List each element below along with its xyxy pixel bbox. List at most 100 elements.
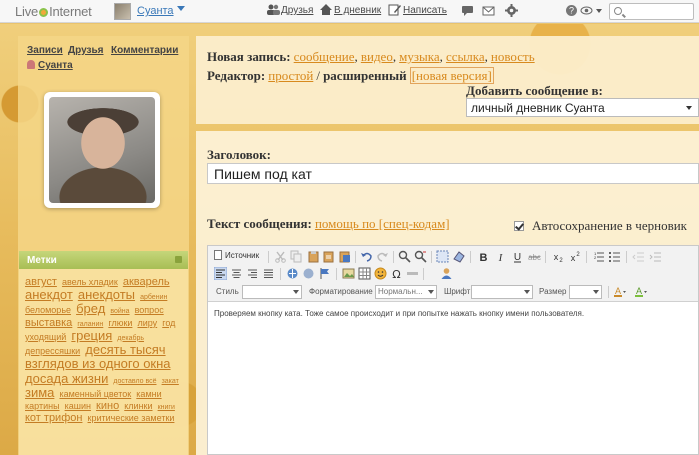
strikethrough-icon[interactable]: abc [528, 250, 541, 263]
underline-icon[interactable]: U [511, 250, 524, 263]
user-avatar[interactable] [114, 3, 131, 20]
title-input[interactable]: Пишем под кат [207, 163, 699, 184]
tag-link[interactable]: клинки [124, 401, 152, 411]
search-input[interactable] [609, 3, 694, 20]
entry-type-news[interactable]: новость [491, 49, 535, 64]
undo-icon[interactable] [360, 250, 373, 263]
indent-icon[interactable] [649, 250, 662, 263]
numbered-list-icon[interactable]: 12 [592, 250, 605, 263]
editor-text-area[interactable]: Проверяем кнопку ката. Тоже самое происх… [208, 301, 698, 454]
align-right-icon[interactable] [246, 267, 259, 280]
tag-link[interactable]: галанин [77, 321, 103, 328]
table-icon[interactable] [358, 267, 371, 280]
style-select[interactable] [242, 285, 302, 299]
chevron-down-icon[interactable] [177, 6, 185, 11]
format-select[interactable]: Нормальн... [375, 285, 437, 299]
anchor-icon[interactable] [318, 267, 331, 280]
tag-link[interactable]: досада жизни [25, 371, 108, 386]
copy-icon[interactable] [290, 250, 303, 263]
diary-select[interactable]: личный дневник Суанта [466, 98, 699, 117]
background-color-icon[interactable]: A [634, 285, 647, 298]
replace-icon[interactable] [414, 250, 427, 263]
tag-link[interactable]: критические заметки [88, 413, 175, 423]
remove-format-icon[interactable] [452, 250, 465, 263]
image-icon[interactable] [342, 267, 355, 280]
tag-link[interactable]: книги [158, 404, 175, 411]
tag-link[interactable]: каменный цветок [59, 389, 131, 399]
size-select[interactable] [569, 285, 602, 299]
font-select[interactable] [471, 285, 533, 299]
paste-icon[interactable] [307, 250, 320, 263]
tag-link[interactable]: анекдот [25, 287, 73, 302]
editor-new-version-link[interactable]: [новая версия] [409, 67, 494, 84]
chat-icon[interactable] [461, 4, 474, 17]
gear-icon[interactable] [505, 4, 518, 17]
eye-icon[interactable] [580, 4, 593, 17]
redo-icon[interactable] [376, 250, 389, 263]
subscript-icon[interactable]: x2 [551, 250, 564, 263]
autosave-checkbox[interactable]: Автосохранение в черновик [514, 218, 687, 234]
editor-simple-link[interactable]: простой [268, 68, 313, 83]
help-icon[interactable]: ? [565, 4, 578, 17]
tag-link[interactable]: кот трифон [25, 412, 82, 424]
sidebar-link-posts[interactable]: Записи [27, 45, 63, 56]
sidebar-owner-link[interactable]: Суанта [27, 60, 73, 71]
tag-link[interactable]: греция [71, 328, 112, 343]
tag-link[interactable]: бред [76, 301, 105, 316]
smiley-icon[interactable] [374, 267, 387, 280]
tag-link[interactable]: десять тысяч [85, 342, 165, 357]
nav-friends[interactable]: Друзья [281, 5, 313, 16]
tag-link[interactable]: доставло всё [113, 378, 156, 385]
mail-icon[interactable] [482, 4, 495, 17]
avatar[interactable] [44, 92, 160, 208]
tag-link[interactable]: лиру [137, 318, 157, 328]
italic-icon[interactable]: I [494, 250, 507, 263]
tag-link[interactable]: война [110, 308, 129, 315]
align-left-icon[interactable] [214, 267, 227, 280]
tag-link[interactable]: камни [136, 389, 161, 399]
tag-link[interactable]: уходящий [25, 332, 66, 342]
sidebar-link-comments[interactable]: Комментарии [111, 45, 178, 56]
nav-write[interactable]: Написать [403, 5, 447, 16]
paste-text-icon[interactable] [322, 250, 335, 263]
tag-link[interactable]: закат [162, 378, 179, 385]
user-menu-link[interactable]: Суанта [137, 5, 174, 17]
help-codes-link[interactable]: помощь по [спец-кодам] [315, 216, 450, 231]
source-button[interactable]: Источник [214, 250, 259, 260]
site-logo[interactable]: Live Internet [15, 4, 92, 19]
tag-link[interactable]: выставка [25, 317, 72, 329]
special-char-icon[interactable]: Ω [390, 267, 403, 280]
entry-type-message[interactable]: сообщение [294, 49, 355, 64]
entry-type-video[interactable]: видео [361, 49, 393, 64]
nav-diary[interactable]: В дневник [334, 5, 381, 16]
superscript-icon[interactable]: x2 [568, 250, 581, 263]
tag-link[interactable]: декабрь [117, 335, 144, 342]
outdent-icon[interactable] [632, 250, 645, 263]
tag-link[interactable]: вопрос [135, 305, 164, 315]
unlink-icon[interactable] [302, 267, 315, 280]
text-color-icon[interactable]: A [613, 285, 626, 298]
user-cut-icon[interactable] [440, 267, 453, 280]
bulleted-list-icon[interactable] [608, 250, 621, 263]
find-icon[interactable] [398, 250, 411, 263]
paste-word-icon[interactable] [338, 250, 351, 263]
select-all-icon[interactable] [436, 250, 449, 263]
chevron-down-icon[interactable] [596, 9, 602, 13]
align-justify-icon[interactable] [262, 267, 275, 280]
cut-icon[interactable] [274, 250, 287, 263]
tag-link[interactable]: депрессяшки [25, 346, 80, 356]
tag-link[interactable]: зима [25, 385, 54, 400]
tag-link[interactable]: кино [96, 400, 119, 412]
entry-type-link[interactable]: ссылка [446, 49, 485, 64]
collapse-icon[interactable] [175, 256, 182, 263]
tag-link[interactable]: беломорье [25, 305, 71, 315]
sidebar-link-friends[interactable]: Друзья [68, 45, 103, 56]
link-icon[interactable] [286, 267, 299, 280]
horizontal-rule-icon[interactable] [406, 267, 419, 280]
tag-link[interactable]: картины [25, 401, 60, 411]
tag-link[interactable]: год [162, 318, 175, 328]
tag-link[interactable]: кашин [65, 401, 91, 411]
bold-icon[interactable]: B [477, 250, 490, 263]
tag-link[interactable]: авель хладик [62, 277, 118, 287]
entry-type-music[interactable]: музыка [399, 49, 440, 64]
